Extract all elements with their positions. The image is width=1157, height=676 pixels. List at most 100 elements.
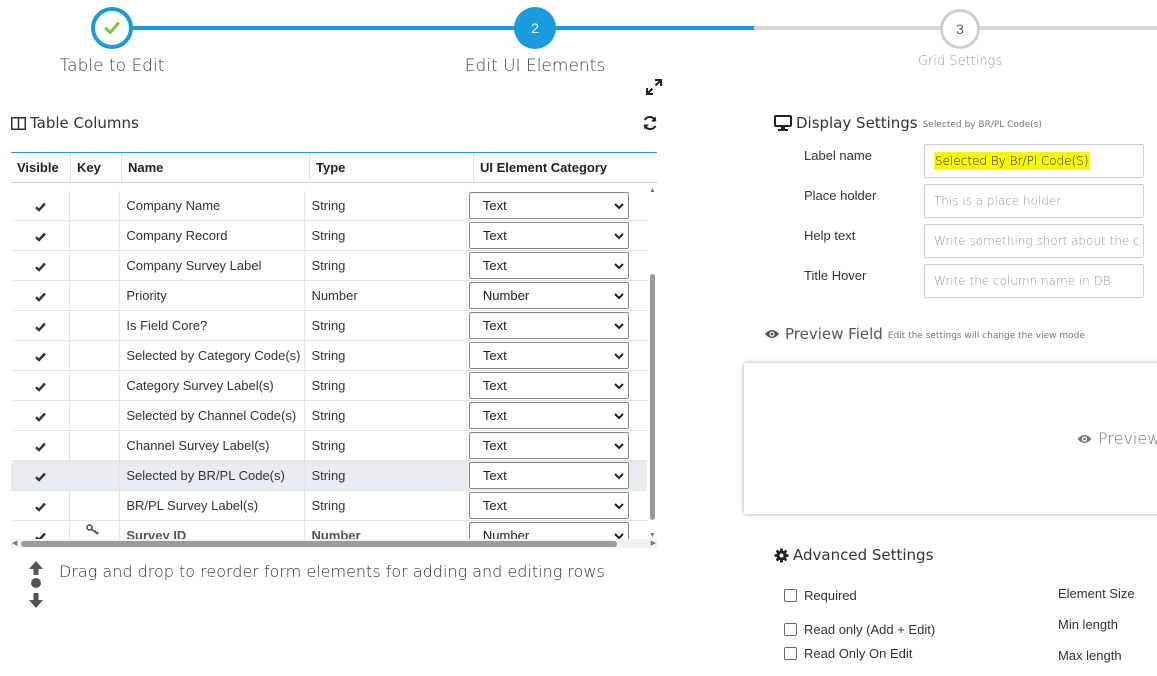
scroll-right-arrow-icon[interactable]: ▶ xyxy=(651,540,656,547)
step-3-circle[interactable]: 3 xyxy=(940,9,980,49)
key-cell[interactable] xyxy=(69,191,119,220)
check-icon xyxy=(34,262,46,272)
ui-element-category-select[interactable]: Text xyxy=(468,342,629,369)
ui-element-category-select[interactable]: Text xyxy=(468,252,629,279)
table-row[interactable]: Priority Number Number xyxy=(11,281,647,311)
key-cell[interactable] xyxy=(69,341,119,370)
chevron-down-icon xyxy=(614,263,624,270)
visible-cell[interactable] xyxy=(11,251,69,280)
chevron-down-icon xyxy=(614,353,624,360)
column-header-key[interactable]: Key xyxy=(70,153,121,183)
display-settings-title: Display Settings xyxy=(796,114,918,132)
scroll-down-arrow-icon[interactable]: ▼ xyxy=(649,532,656,539)
ui-element-category-select[interactable]: Text xyxy=(468,402,629,429)
column-header-name[interactable]: Name xyxy=(121,153,309,183)
read-only-on-edit-checkbox-row[interactable]: Read Only On Edit xyxy=(784,646,912,661)
step-3-label[interactable]: Grid Settings xyxy=(880,54,1040,69)
step-2-circle[interactable]: 2 xyxy=(514,7,556,49)
check-icon xyxy=(34,292,46,302)
table-row[interactable]: BR/PL Survey Label(s) String Text xyxy=(11,491,647,521)
visible-cell[interactable] xyxy=(11,461,69,490)
horizontal-scrollbar[interactable]: ◀ ▶ xyxy=(11,539,657,548)
visible-cell[interactable] xyxy=(11,191,69,220)
ui-element-category-select[interactable]: Text xyxy=(468,492,629,519)
type-cell: String xyxy=(304,371,465,400)
key-cell[interactable] xyxy=(69,491,119,520)
table-row[interactable]: Selected by Channel Code(s) String Text xyxy=(11,401,647,431)
required-checkbox[interactable] xyxy=(784,589,797,602)
help-text-input[interactable]: Write something short about the c xyxy=(924,224,1144,258)
table-row[interactable]: Is Field Core? String Text xyxy=(11,311,647,341)
place-holder-input[interactable]: This is a place holder xyxy=(924,184,1144,218)
checkmark-icon xyxy=(104,22,120,34)
column-header-type[interactable]: Type xyxy=(309,153,473,183)
column-header-ui-element-category[interactable]: UI Element Category xyxy=(473,153,657,183)
ui-element-category-select[interactable]: Text xyxy=(468,222,629,249)
visible-cell[interactable] xyxy=(11,341,69,370)
read-only-add-edit-checkbox[interactable] xyxy=(784,623,797,636)
table-row[interactable]: Selected by BR/PL Code(s) String Text xyxy=(11,461,647,491)
column-header-visible[interactable]: Visible xyxy=(11,153,70,183)
key-cell[interactable] xyxy=(69,281,119,310)
title-hover-input[interactable]: Write the column name in DB xyxy=(924,264,1144,298)
table-row[interactable]: Company Name String Text xyxy=(11,191,647,221)
key-cell[interactable] xyxy=(69,311,119,340)
ui-element-category-select[interactable]: Text xyxy=(468,462,629,489)
category-cell: Text xyxy=(465,491,647,520)
key-icon xyxy=(86,524,99,535)
category-select-value: Text xyxy=(482,468,507,483)
element-size-label: Element Size xyxy=(1058,586,1135,601)
scroll-left-arrow-icon[interactable]: ◀ xyxy=(12,540,17,547)
key-cell[interactable] xyxy=(69,251,119,280)
step-1-label[interactable]: Table to Edit xyxy=(22,56,202,76)
drag-hint-text: Drag and drop to reorder form elements f… xyxy=(59,562,605,581)
expand-icon[interactable] xyxy=(645,78,663,96)
visible-cell[interactable] xyxy=(11,281,69,310)
visible-cell[interactable] xyxy=(11,401,69,430)
category-select-value: Text xyxy=(482,348,507,363)
columns-grid: Visible Key Name Type UI Element Categor… xyxy=(11,152,657,548)
name-cell: Company Name xyxy=(119,191,304,220)
ui-element-category-select[interactable]: Text xyxy=(468,312,629,339)
required-label: Required xyxy=(804,588,857,603)
max-length-label: Max length xyxy=(1058,648,1122,663)
vertical-scrollbar[interactable]: ▲ ▼ xyxy=(648,185,657,541)
type-cell: Number xyxy=(304,281,465,310)
vertical-scroll-thumb[interactable] xyxy=(650,274,655,520)
read-only-add-edit-checkbox-row[interactable]: Read only (Add + Edit) xyxy=(784,622,935,637)
name-cell: Selected by Channel Code(s) xyxy=(119,401,304,430)
key-cell[interactable] xyxy=(69,371,119,400)
visible-cell[interactable] xyxy=(11,491,69,520)
visible-cell[interactable] xyxy=(11,311,69,340)
ui-element-category-select[interactable]: Text xyxy=(468,192,629,219)
visible-cell[interactable] xyxy=(11,431,69,460)
required-checkbox-row[interactable]: Required xyxy=(784,588,857,603)
key-cell[interactable] xyxy=(69,431,119,460)
table-row[interactable]: Company Survey Label String Text xyxy=(11,251,647,281)
horizontal-scroll-thumb[interactable] xyxy=(21,541,617,547)
table-row[interactable]: Category Survey Label(s) String Text xyxy=(11,371,647,401)
type-cell: String xyxy=(304,251,465,280)
visible-cell[interactable] xyxy=(11,371,69,400)
step-1-circle[interactable] xyxy=(91,7,133,49)
ui-element-category-select[interactable]: Number xyxy=(468,282,629,309)
ui-element-category-select[interactable]: Text xyxy=(468,432,629,459)
table-row[interactable]: Selected by Category Code(s) String Text xyxy=(11,341,647,371)
label-name-input[interactable]: Selected By Br/Pl Code(S) xyxy=(924,144,1144,178)
name-cell: Company Record xyxy=(119,221,304,250)
step-2-label[interactable]: Edit UI Elements xyxy=(435,56,635,76)
category-select-value: Text xyxy=(482,318,507,333)
scroll-up-arrow-icon[interactable]: ▲ xyxy=(649,187,656,194)
advanced-settings-header: Advanced Settings xyxy=(774,546,933,564)
ui-element-category-select[interactable]: Text xyxy=(468,372,629,399)
gear-icon xyxy=(774,547,789,563)
read-only-on-edit-checkbox[interactable] xyxy=(784,647,797,660)
table-row[interactable]: Company Record String Text xyxy=(11,221,647,251)
key-cell[interactable] xyxy=(69,221,119,250)
key-cell[interactable] xyxy=(69,461,119,490)
key-cell[interactable] xyxy=(69,401,119,430)
table-row[interactable]: Channel Survey Label(s) String Text xyxy=(11,431,647,461)
eye-icon xyxy=(765,330,779,338)
refresh-icon[interactable] xyxy=(642,115,658,131)
visible-cell[interactable] xyxy=(11,221,69,250)
